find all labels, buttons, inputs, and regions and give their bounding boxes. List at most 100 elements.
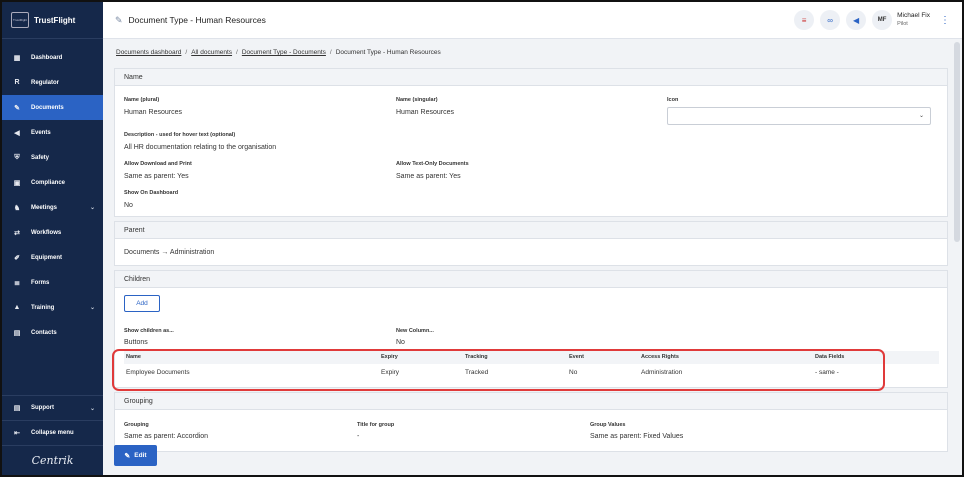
contacts-icon: ▤ [13, 329, 21, 337]
sidebar-item-label: Events [31, 129, 51, 136]
sidebar-item-events[interactable]: ◀ Events [2, 120, 103, 145]
user-name: Michael Fix [897, 12, 930, 19]
field-label: Icon [667, 97, 679, 103]
field-value: Same as parent: Accordion [124, 433, 209, 440]
field-label: New Column... [396, 328, 434, 334]
card-heading: Name [115, 69, 947, 86]
meetings-icon: ♞ [13, 204, 21, 212]
sidebar-item-support[interactable]: ▤ Support ⌄ [2, 395, 103, 420]
trustflight-logo-icon: TrustFlight [11, 12, 29, 28]
collapse-menu-label: Collapse menu [31, 430, 74, 436]
app-window: TrustFlight TrustFlight ▦ Dashboard R Regul… [0, 0, 964, 477]
page-title: Document Type - Human Resources [128, 15, 266, 25]
user-info[interactable]: Michael Fix Pilot [897, 12, 930, 28]
field-label: Show On Dashboard [124, 190, 179, 196]
breadcrumb-link[interactable]: Documents dashboard [116, 49, 181, 56]
pencil-icon: ✎ [124, 452, 131, 460]
breadcrumb-link[interactable]: Document Type - Documents [242, 49, 326, 56]
header-actions: ≡ ∞ ◀ MF Michael Fix Pilot ⋮ [788, 10, 950, 30]
sidebar-item-forms[interactable]: ≣ Forms [2, 270, 103, 295]
chevron-down-icon: ⌄ [89, 305, 95, 311]
sidebar-item-label: Safety [31, 154, 50, 161]
sidebar-item-label: Compliance [31, 179, 66, 186]
field-value: No [396, 339, 405, 346]
support-icon: ▤ [13, 405, 21, 412]
sidebar-item-dashboard[interactable]: ▦ Dashboard [2, 45, 103, 70]
sidebar-nav: ▦ Dashboard R Regulator ✎ Documents ◀ Events ⛨ Sa… [2, 39, 103, 345]
icon-select[interactable]: ⌄ [667, 107, 931, 125]
parent-path: Documents → Administration [124, 249, 215, 256]
sidebar-item-compliance[interactable]: ▣ Compliance [2, 170, 103, 195]
grouping-card: Grouping Grouping Same as parent: Accord… [114, 392, 948, 452]
field-value: - [357, 433, 360, 440]
breadcrumb-current: Document Type - Human Resources [335, 49, 441, 56]
field-label: Description - used for hover text (optio… [124, 132, 236, 138]
sidebar-item-contacts[interactable]: ▤ Contacts [2, 320, 103, 345]
scrollbar[interactable] [954, 42, 960, 242]
regulator-icon: R [14, 79, 20, 86]
user-role: Pilot [897, 21, 908, 27]
paperclip-icon: ✎ [14, 104, 20, 112]
more-vertical-icon[interactable]: ⋮ [940, 15, 950, 26]
edit-button[interactable]: ✎ Edit [114, 445, 157, 466]
sidebar-item-label: Forms [31, 279, 50, 286]
forms-icon: ≣ [14, 279, 20, 287]
sidebar-item-label: Training [31, 304, 55, 311]
breadcrumb-link[interactable]: All documents [191, 49, 232, 56]
field-label: Allow Text-Only Documents [396, 161, 469, 167]
dashboard-icon: ▦ [13, 54, 21, 62]
field-value: Human Resources [396, 109, 454, 116]
megaphone-icon[interactable]: ◀ [846, 10, 867, 30]
brand-logo[interactable]: TrustFlight TrustFlight [2, 2, 103, 39]
name-card: Name Name (plural) Human Resources Name … [114, 68, 948, 217]
sidebar-item-label: Meetings [31, 204, 58, 211]
clipboard-icon: ▣ [13, 179, 21, 187]
highlight-annotation [112, 349, 885, 391]
paperclip-icon: ✎ [115, 14, 123, 25]
collapse-menu-button[interactable]: ⇤ Collapse menu [2, 420, 103, 445]
chevron-down-icon: ⌄ [89, 205, 95, 211]
sidebar-item-safety[interactable]: ⛨ Safety [2, 145, 103, 170]
sidebar-item-label: Documents [31, 104, 64, 111]
avatar[interactable]: MF [872, 10, 893, 30]
add-child-button[interactable]: Add [124, 295, 160, 312]
stack-icon[interactable]: ≡ [794, 10, 815, 30]
sidebar-item-label: Regulator [31, 79, 60, 86]
field-label: Title for group [357, 422, 395, 428]
graduation-cap-icon: ▲ [13, 304, 21, 311]
chevron-down-icon: ⌄ [918, 113, 924, 119]
field-value: No [124, 202, 133, 209]
field-label: Show children as... [124, 328, 174, 334]
sidebar: TrustFlight TrustFlight ▦ Dashboard R Regul… [2, 2, 103, 475]
card-heading: Grouping [115, 393, 947, 410]
field-value: Human Resources [124, 109, 182, 116]
sidebar-bottom: ▤ Support ⌄ ⇤ Collapse menu Centrik [2, 395, 103, 475]
card-heading: Children [115, 271, 947, 288]
edit-button-label: Edit [134, 452, 147, 459]
sidebar-item-training[interactable]: ▲ Training ⌄ [2, 295, 103, 320]
sidebar-item-meetings[interactable]: ♞ Meetings ⌄ [2, 195, 103, 220]
main-content: Documents dashboard / All documents / Docume… [103, 40, 952, 475]
link-icon[interactable]: ∞ [820, 10, 841, 30]
workflow-icon: ⇄ [14, 229, 20, 237]
megaphone-icon: ◀ [14, 129, 20, 137]
sidebar-item-regulator[interactable]: R Regulator [2, 70, 103, 95]
card-heading: Parent [115, 222, 947, 239]
sidebar-item-workflows[interactable]: ⇄ Workflows [2, 220, 103, 245]
field-label: Grouping [124, 422, 149, 428]
field-label: Name (plural) [124, 97, 160, 103]
parent-card: Parent Documents → Administration [114, 221, 948, 266]
centrik-logo: Centrik [2, 445, 103, 475]
wrench-icon: ✐ [14, 254, 20, 262]
breadcrumb: Documents dashboard / All documents / Docume… [116, 49, 441, 56]
field-value: Buttons [124, 339, 148, 346]
sidebar-item-documents[interactable]: ✎ Documents [2, 95, 103, 120]
sidebar-item-label: Support [31, 405, 54, 411]
sidebar-item-equipment[interactable]: ✐ Equipment [2, 245, 103, 270]
top-header: ✎ Document Type - Human Resources ≡ ∞ ◀ … [103, 2, 962, 39]
brand-name: TrustFlight [34, 15, 76, 25]
field-value: All HR documentation relating to the org… [124, 144, 277, 151]
chevron-down-icon: ⌄ [89, 405, 95, 412]
sidebar-item-label: Contacts [31, 329, 57, 336]
sidebar-item-label: Workflows [31, 229, 62, 236]
